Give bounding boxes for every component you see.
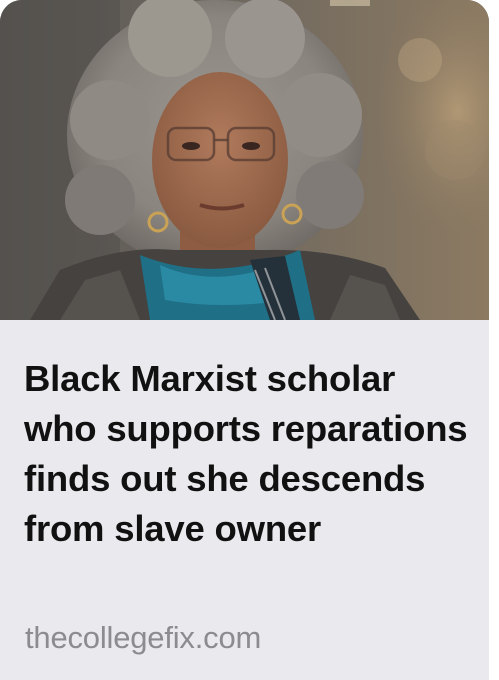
article-headline[interactable]: Black Marxist scholar who supports repar… [24, 354, 474, 554]
article-thumbnail[interactable] [0, 0, 489, 320]
portrait-photo-icon [0, 0, 489, 320]
article-source-domain: thecollegefix.com [25, 620, 262, 655]
article-preview-card[interactable]: Black Marxist scholar who supports repar… [0, 0, 489, 680]
